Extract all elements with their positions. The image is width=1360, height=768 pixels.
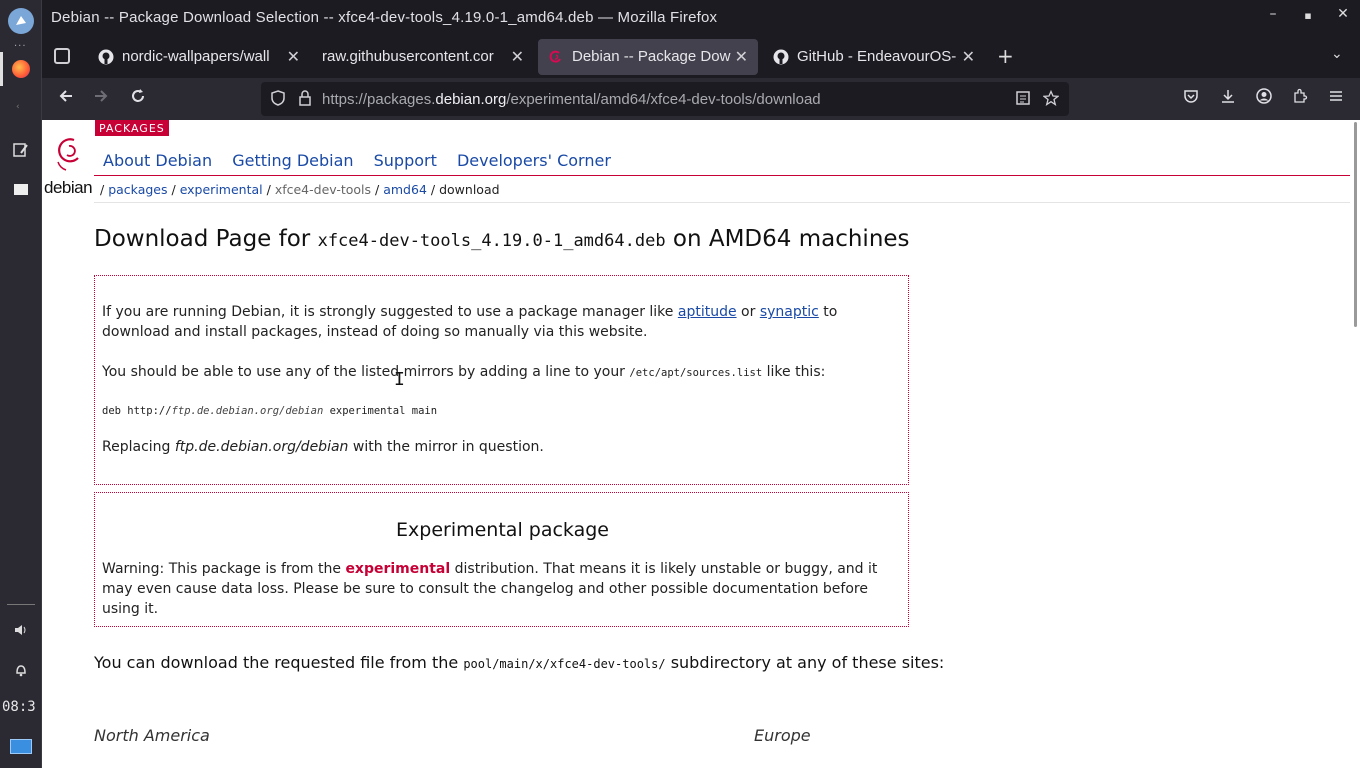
packages-badge[interactable]: PACKAGES xyxy=(95,120,169,136)
account-icon[interactable] xyxy=(1253,88,1275,108)
page-title: Download Page for xfce4-dev-tools_4.19.0… xyxy=(94,226,910,252)
experimental-warning: Experimental package Warning: This packa… xyxy=(94,492,909,627)
mirror-paragraph: You should be able to use any of the lis… xyxy=(102,364,826,380)
url-bar[interactable]: https://packages.debian.org/experimental… xyxy=(261,82,1069,116)
nav-link-developers[interactable]: Developers' Corner xyxy=(457,151,611,170)
tab-nordic-wallpapers[interactable]: nordic-wallpapers/wall ✕ xyxy=(88,39,310,75)
sources-line: deb http://ftp.de.debian.org/debian expe… xyxy=(102,405,438,417)
close-tab-icon[interactable]: ✕ xyxy=(511,47,524,67)
text-cursor-icon: I xyxy=(394,369,405,390)
close-tab-icon[interactable]: ✕ xyxy=(962,47,975,67)
window-title: Debian -- Package Download Selection -- … xyxy=(51,9,718,26)
nav-link-getting[interactable]: Getting Debian xyxy=(232,151,353,170)
tab-label: Debian -- Package Dow xyxy=(572,48,731,65)
list-all-tabs-button[interactable]: ⌄ xyxy=(1331,46,1343,62)
close-window-button[interactable]: ✕ xyxy=(1332,6,1354,22)
close-tab-icon[interactable]: ✕ xyxy=(735,47,748,67)
close-tab-icon[interactable]: ✕ xyxy=(287,47,300,67)
panel-clock[interactable]: 08:3 xyxy=(2,699,36,715)
reader-view-icon[interactable] xyxy=(1015,90,1031,110)
header-divider xyxy=(94,175,1350,176)
region-north-america: North America xyxy=(94,726,210,745)
github-icon xyxy=(98,49,114,65)
debian-wordmark[interactable]: debian xyxy=(44,178,93,198)
window-titlebar: Debian -- Package Download Selection -- … xyxy=(42,0,1360,36)
aptitude-link[interactable]: aptitude xyxy=(678,304,737,320)
tab-github-endeavouros[interactable]: GitHub - EndeavourOS- ✕ xyxy=(763,39,985,75)
lock-icon[interactable] xyxy=(298,90,312,110)
firefox-task-icon[interactable] xyxy=(12,60,30,78)
nav-link-about[interactable]: About Debian xyxy=(103,151,212,170)
workspace-switcher[interactable] xyxy=(10,739,32,754)
tracking-shield-icon[interactable] xyxy=(270,90,286,110)
note-paragraph: If you are running Debian, it is strongl… xyxy=(102,304,838,340)
github-icon xyxy=(773,49,789,65)
package-manager-note: If you are running Debian, it is strongl… xyxy=(94,275,909,485)
page-content: debian PACKAGES About Debian Getting Deb… xyxy=(42,120,1360,768)
warning-paragraph: Warning: This package is from the experi… xyxy=(102,561,878,617)
new-tab-button[interactable]: + xyxy=(997,44,1014,68)
menu-hamburger-icon[interactable] xyxy=(1325,88,1347,108)
bookmark-star-icon[interactable] xyxy=(1042,89,1060,110)
breadcrumb-divider xyxy=(94,202,1350,203)
url-text[interactable]: https://packages.debian.org/experimental… xyxy=(322,91,821,108)
breadcrumb-current: download xyxy=(439,182,500,197)
desktop-panel: ... ‹ 08:3 xyxy=(0,0,42,768)
package-filename: xfce4-dev-tools_4.19.0-1_amd64.deb xyxy=(317,231,666,251)
panel-dots: ... xyxy=(14,38,27,49)
panel-handle-icon: ‹ xyxy=(16,102,20,112)
breadcrumb-arch[interactable]: amd64 xyxy=(383,182,427,197)
back-button[interactable] xyxy=(54,87,78,110)
minimize-button[interactable]: – xyxy=(1262,6,1284,22)
forward-arrow-icon xyxy=(95,90,108,102)
region-europe: Europe xyxy=(754,726,811,745)
active-task-indicator xyxy=(0,52,3,86)
header-nav: About Debian Getting Debian Support Deve… xyxy=(103,151,626,170)
replacing-paragraph: Replacing ftp.de.debian.org/debian with … xyxy=(102,439,544,455)
debian-icon xyxy=(548,49,564,65)
nav-link-support[interactable]: Support xyxy=(374,151,437,170)
tab-label: GitHub - EndeavourOS- xyxy=(797,48,957,65)
breadcrumb-packages[interactable]: packages xyxy=(108,182,167,197)
forward-button[interactable] xyxy=(89,87,113,110)
back-arrow-icon xyxy=(59,90,72,102)
breadcrumb-package[interactable]: xfce4-dev-tools xyxy=(275,182,371,197)
navigation-toolbar: https://packages.debian.org/experimental… xyxy=(42,78,1360,120)
firefox-view-icon[interactable] xyxy=(54,48,70,64)
tab-debian-package[interactable]: Debian -- Package Dow ✕ xyxy=(538,39,758,75)
volume-icon[interactable] xyxy=(13,622,29,636)
notification-bell-icon[interactable] xyxy=(13,662,29,677)
synaptic-link[interactable]: synaptic xyxy=(760,304,819,320)
tab-label: nordic-wallpapers/wall xyxy=(122,48,270,65)
debian-swirl-logo[interactable] xyxy=(54,134,84,172)
download-intro: You can download the requested file from… xyxy=(94,653,945,672)
experimental-heading: Experimental package xyxy=(396,519,609,541)
tab-label: raw.githubusercontent.cor xyxy=(322,48,494,65)
pocket-icon[interactable] xyxy=(1180,88,1202,108)
panel-separator xyxy=(7,604,35,605)
downloads-icon[interactable] xyxy=(1217,88,1239,108)
breadcrumb-experimental[interactable]: experimental xyxy=(180,182,263,197)
tab-raw-githubusercontent[interactable]: raw.githubusercontent.cor ✕ xyxy=(312,39,534,75)
maximize-button[interactable]: ▪ xyxy=(1297,9,1319,22)
text-editor-icon[interactable] xyxy=(13,142,29,157)
breadcrumb: / packages / experimental / xfce4-dev-to… xyxy=(100,182,500,197)
page-scrollbar[interactable] xyxy=(1354,122,1357,327)
endeavouros-menu-icon[interactable] xyxy=(8,8,34,34)
reload-button[interactable] xyxy=(126,87,150,110)
reload-icon xyxy=(132,89,144,102)
tab-bar: nordic-wallpapers/wall ✕ raw.githubuserc… xyxy=(42,36,1360,78)
window-icon[interactable] xyxy=(13,182,29,196)
extensions-icon[interactable] xyxy=(1289,88,1311,108)
